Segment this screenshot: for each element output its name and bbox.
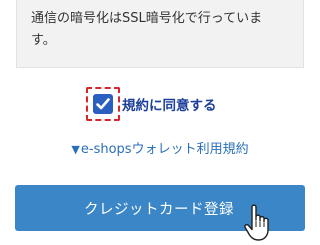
checkmark-icon (96, 98, 110, 110)
agree-terms-row[interactable]: 規約に同意する (86, 86, 217, 122)
ssl-notice: 通信の暗号化はSSL暗号化で行っていま す。 (16, 0, 304, 68)
ssl-notice-line2: す。 (31, 33, 56, 48)
checkbox-highlight (86, 87, 120, 121)
triangle-down-icon: ▼ (71, 143, 80, 156)
agree-checkbox[interactable] (93, 94, 113, 114)
agree-terms-label[interactable]: 規約に同意する (122, 94, 217, 114)
terms-link-label[interactable]: e-shopsウォレット利用規約 (81, 142, 249, 157)
register-button-label: クレジットカード登録 (84, 201, 234, 218)
ssl-notice-line1: 通信の暗号化はSSL暗号化で行っていま (31, 11, 263, 26)
terms-link[interactable]: ▼e-shopsウォレット利用規約 (0, 138, 320, 157)
hand-pointer-icon (244, 204, 269, 241)
